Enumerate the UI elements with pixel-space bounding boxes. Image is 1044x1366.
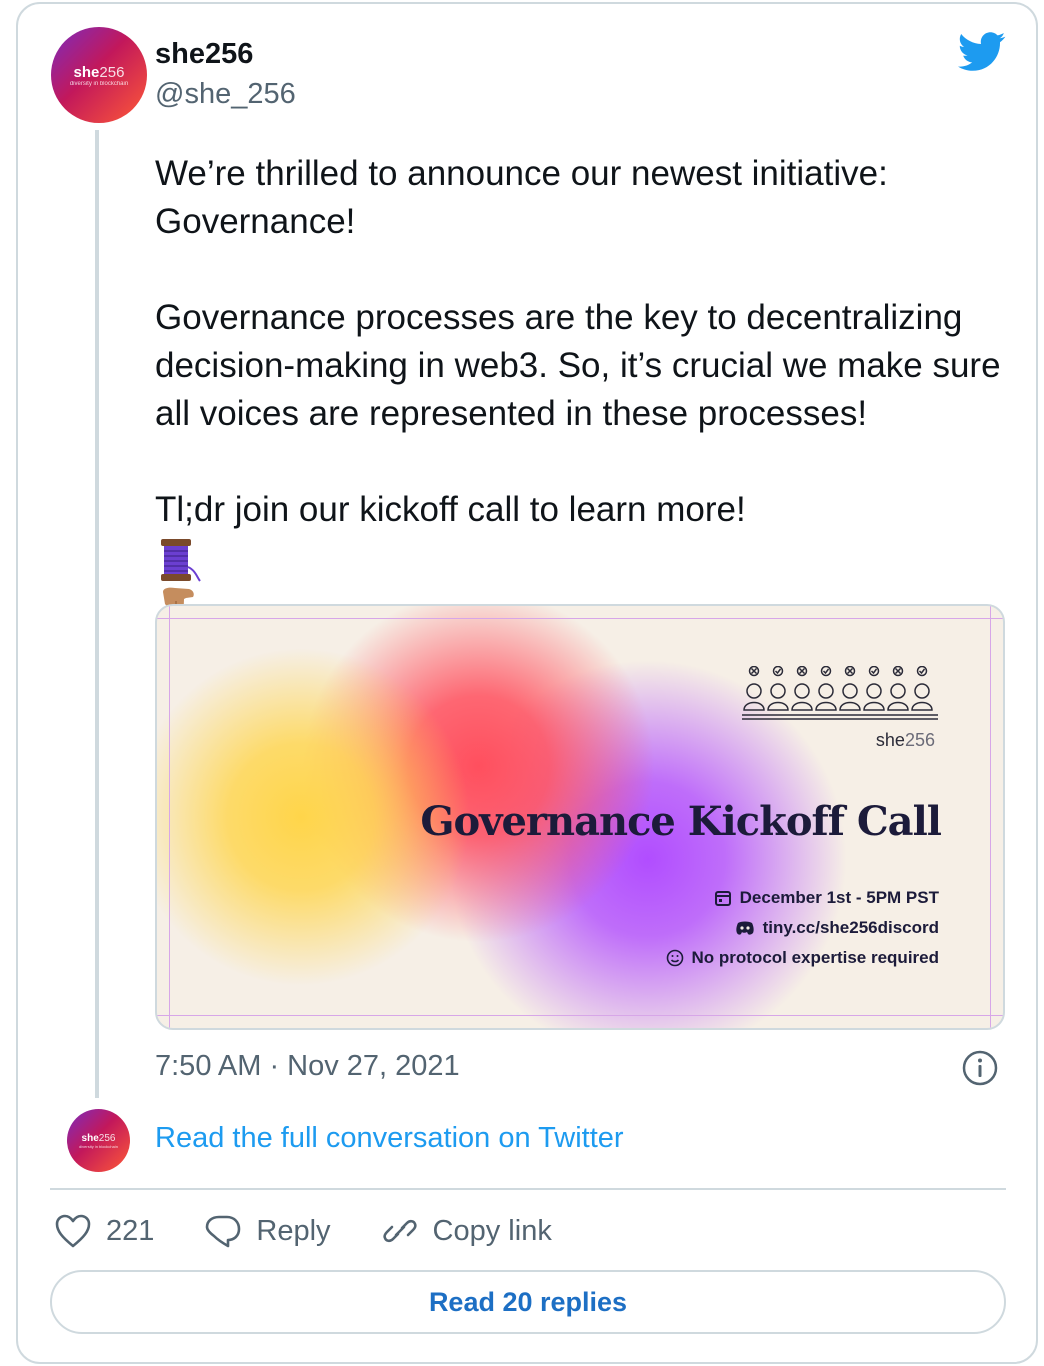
tweet-timestamp[interactable]: 7:50 AM · Nov 27, 2021 [155, 1050, 460, 1083]
discord-icon [735, 921, 754, 935]
footer-avatar-tagline: diversity in blockchain [79, 1143, 118, 1149]
action-bar: 221 Reply Copy link [54, 1208, 602, 1254]
event-image[interactable]: she256 Governance Kickoff Call December … [155, 604, 1005, 1030]
footer-avatar-brand-num: 256 [98, 1132, 116, 1144]
reply-bubble-icon [206, 1215, 241, 1248]
info-icon[interactable] [962, 1050, 998, 1086]
event-date-row: December 1st - 5PM PST [714, 888, 939, 908]
divider [50, 1188, 1006, 1190]
media-brand: she [875, 730, 905, 750]
avatar-tagline: diversity in blockchain [69, 80, 129, 87]
guide-line [169, 606, 170, 1028]
event-date: December 1st - 5PM PST [739, 888, 939, 907]
reply-button[interactable]: Reply [204, 1213, 331, 1249]
media-brand-num: 256 [904, 730, 935, 750]
like-count: 221 [106, 1214, 155, 1247]
like-button[interactable]: 221 [54, 1213, 154, 1249]
guide-line [157, 618, 1003, 619]
event-note: No protocol expertise required [691, 948, 940, 967]
thread-line [95, 130, 99, 1098]
guide-line [990, 606, 991, 1028]
thread-spool-icon [161, 538, 201, 582]
author-avatar[interactable]: she256 diversity in blockchain [51, 27, 147, 123]
reply-label: Reply [256, 1214, 331, 1247]
author-handle[interactable]: @she_256 [155, 78, 296, 111]
tweet-text: We’re thrilled to announce our newest in… [155, 150, 1005, 632]
calendar-icon [714, 891, 731, 906]
footer-avatar[interactable]: she256 diversity in blockchain [67, 1109, 130, 1172]
event-link: tiny.cc/she256discord [762, 918, 939, 937]
tweet-paragraph-1: We’re thrilled to announce our newest in… [155, 154, 888, 241]
tweet-paragraph-2: Governance processes are the key to dece… [155, 298, 1001, 433]
footer-avatar-brand: she [81, 1132, 99, 1144]
author-name[interactable]: she256 [155, 38, 253, 71]
event-link-row: tiny.cc/she256discord [735, 918, 939, 938]
copy-link-label: Copy link [432, 1214, 552, 1247]
tweet-paragraph-3: Tl;dr join our kickoff call to learn mor… [155, 490, 746, 529]
avatar-brand-num: 256 [99, 63, 125, 81]
copy-link-button[interactable]: Copy link [381, 1213, 552, 1249]
read-replies-button[interactable]: Read 20 replies [50, 1270, 1006, 1334]
guide-line [157, 1015, 1003, 1016]
media-title: Governance Kickoff Call [420, 798, 942, 845]
smiley-icon [666, 949, 683, 967]
event-note-row: No protocol expertise required [666, 948, 940, 968]
read-full-conversation-link[interactable]: Read the full conversation on Twitter [155, 1122, 624, 1155]
link-icon [382, 1219, 417, 1243]
people-illustration-icon [742, 666, 938, 720]
twitter-bird-icon[interactable] [958, 32, 1006, 72]
avatar-brand: she [73, 63, 100, 81]
heart-icon [55, 1214, 91, 1248]
